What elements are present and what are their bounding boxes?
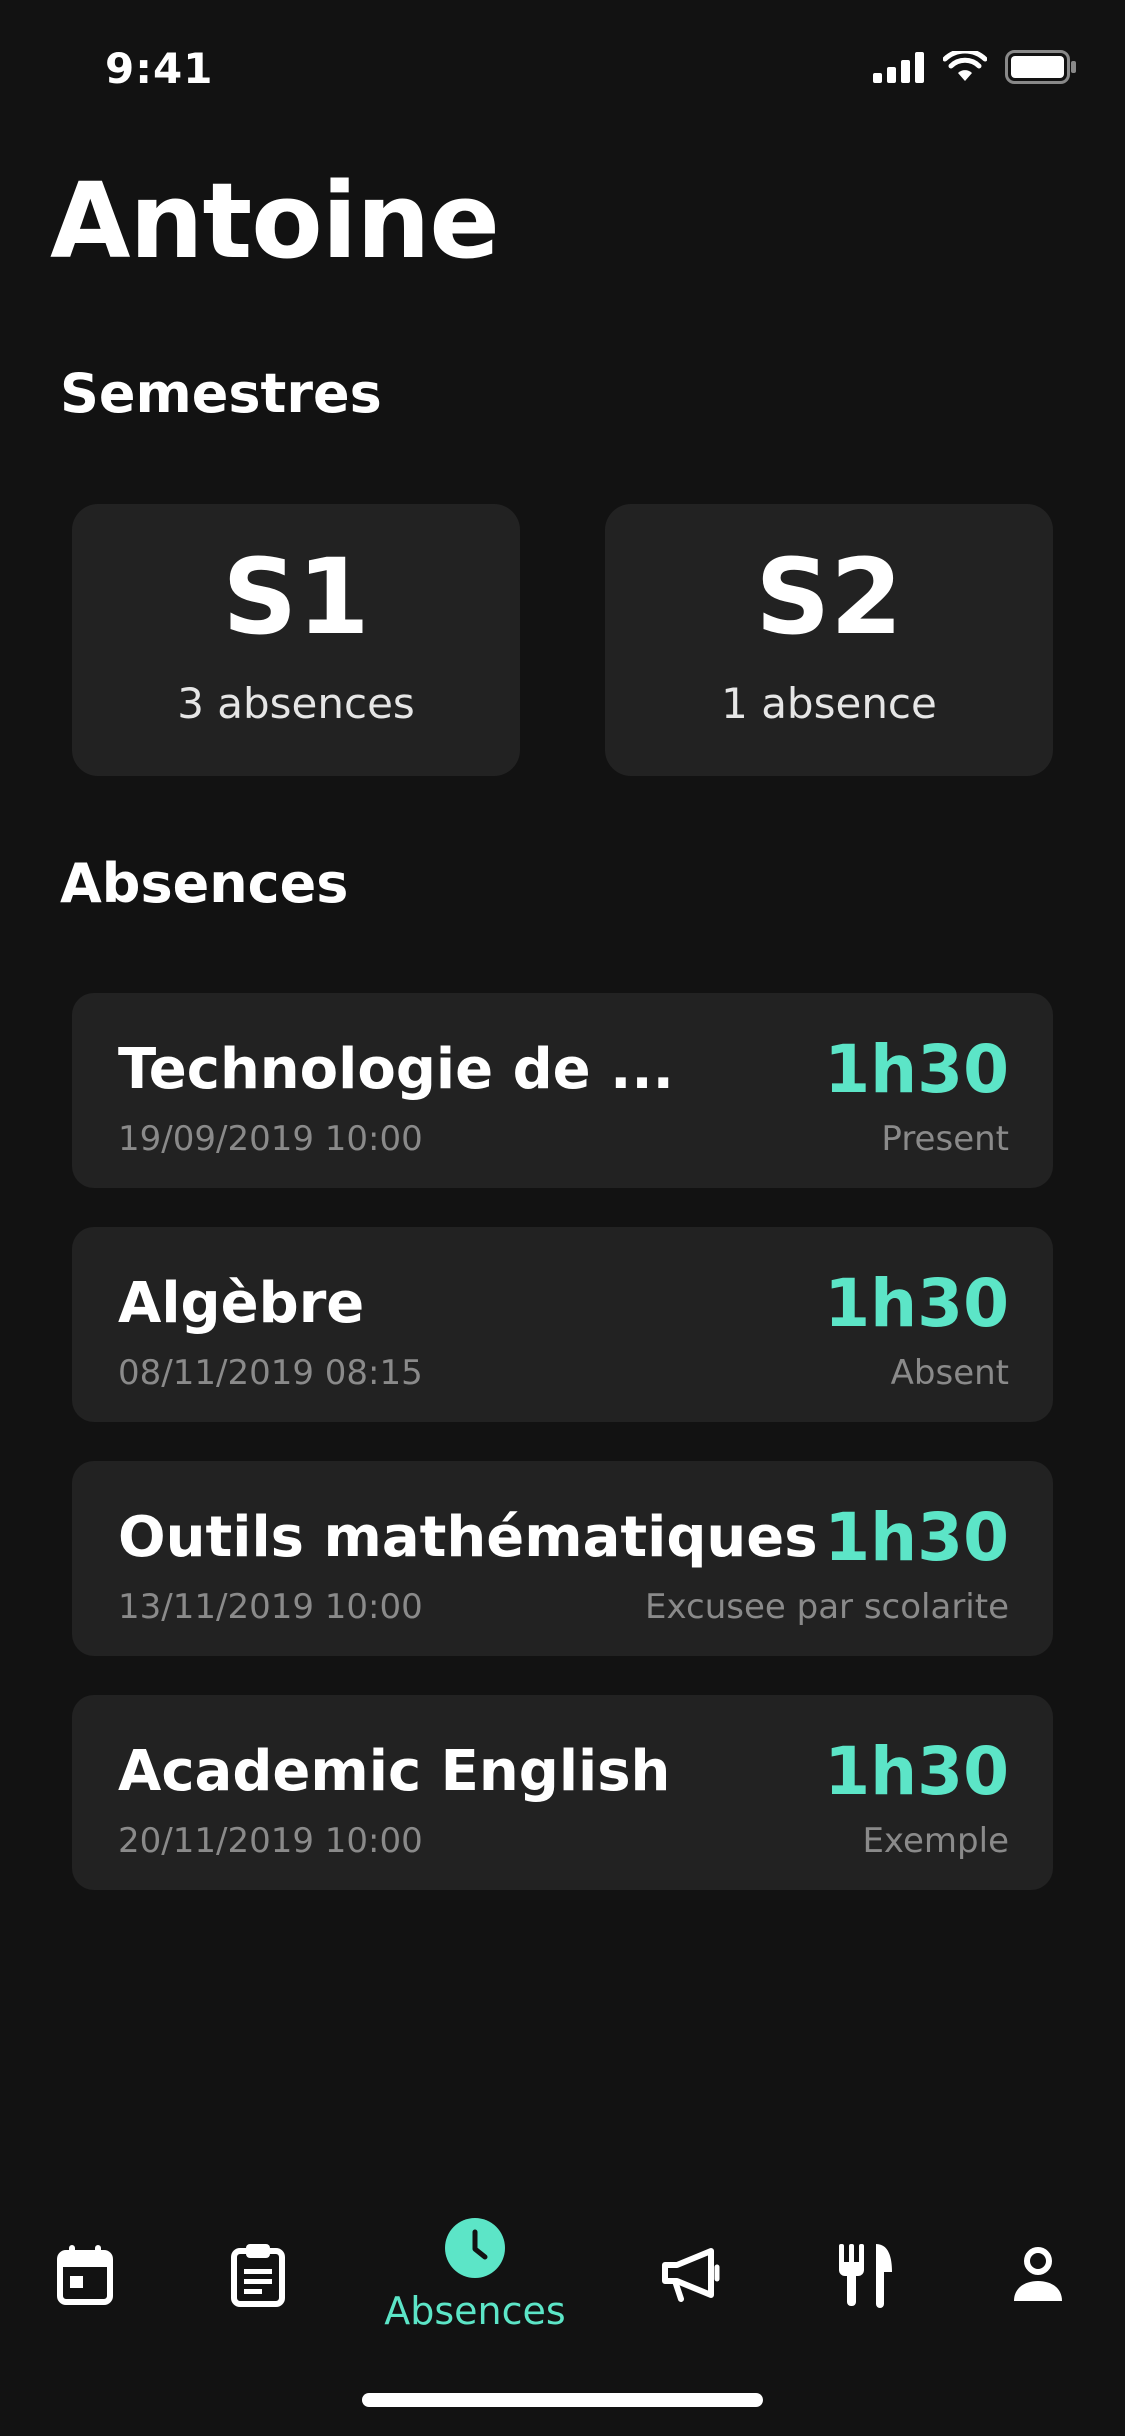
absence-item[interactable]: Algèbre 08/11/2019 08:15 1h30 Absent bbox=[72, 1227, 1053, 1422]
absence-status: Excusee par scolarite bbox=[645, 1587, 1009, 1627]
megaphone-icon bbox=[661, 2247, 723, 2303]
semester-card-s2[interactable]: S2 1 absence bbox=[605, 504, 1053, 776]
absence-status: Present bbox=[881, 1119, 1009, 1159]
tab-calendar[interactable] bbox=[45, 2200, 125, 2350]
absences-section-title: Absences bbox=[60, 852, 349, 915]
absence-status: Exemple bbox=[862, 1821, 1009, 1861]
signal-icon bbox=[873, 51, 925, 83]
absence-date: 08/11/2019 08:15 bbox=[118, 1353, 423, 1393]
battery-icon bbox=[1005, 50, 1077, 84]
absence-duration: 1h30 bbox=[824, 1031, 1009, 1108]
status-time: 9:41 bbox=[105, 44, 214, 93]
tab-absences-label: Absences bbox=[384, 2289, 566, 2333]
absence-date: 19/09/2019 10:00 bbox=[118, 1119, 423, 1159]
person-icon bbox=[1010, 2245, 1066, 2305]
fork-knife-icon bbox=[836, 2242, 896, 2308]
tab-profile[interactable] bbox=[998, 2200, 1078, 2350]
absence-subject: Algèbre bbox=[118, 1271, 365, 1336]
absence-duration: 1h30 bbox=[824, 1733, 1009, 1810]
semester-absence-count: 3 absences bbox=[177, 678, 415, 728]
semester-absence-count: 1 absence bbox=[721, 678, 937, 728]
semester-name: S2 bbox=[755, 535, 903, 658]
clipboard-icon bbox=[230, 2243, 286, 2307]
semester-name: S1 bbox=[222, 535, 370, 658]
screen: 9:41 Antoine Semestres S1 3 absences S2 … bbox=[0, 0, 1125, 2436]
absence-status: Absent bbox=[890, 1353, 1009, 1393]
clock-icon bbox=[444, 2217, 506, 2279]
home-indicator[interactable] bbox=[362, 2393, 763, 2407]
page-title: Antoine bbox=[50, 160, 500, 282]
absence-duration: 1h30 bbox=[824, 1265, 1009, 1342]
status-icons bbox=[873, 50, 1077, 84]
absence-date: 13/11/2019 10:00 bbox=[118, 1587, 423, 1627]
absence-item[interactable]: Academic English 20/11/2019 10:00 1h30 E… bbox=[72, 1695, 1053, 1890]
tab-announcements[interactable] bbox=[652, 2200, 732, 2350]
semesters-section-title: Semestres bbox=[60, 362, 382, 425]
absence-subject: Technologie de ... bbox=[118, 1037, 674, 1102]
tab-bar: Absences bbox=[0, 2200, 1125, 2350]
absence-item[interactable]: Outils mathématiques 13/11/2019 10:00 1h… bbox=[72, 1461, 1053, 1656]
semester-card-s1[interactable]: S1 3 absences bbox=[72, 504, 520, 776]
absence-item[interactable]: Technologie de ... 19/09/2019 10:00 1h30… bbox=[72, 993, 1053, 1188]
tab-restaurant[interactable] bbox=[826, 2200, 906, 2350]
tab-grades[interactable] bbox=[218, 2200, 298, 2350]
calendar-icon bbox=[56, 2244, 114, 2306]
absence-duration: 1h30 bbox=[824, 1499, 1009, 1576]
wifi-icon bbox=[943, 51, 987, 83]
absence-date: 20/11/2019 10:00 bbox=[118, 1821, 423, 1861]
absence-subject: Outils mathématiques bbox=[118, 1505, 818, 1570]
absence-subject: Academic English bbox=[118, 1739, 671, 1804]
status-bar: 9:41 bbox=[0, 0, 1125, 135]
tab-absences[interactable]: Absences bbox=[375, 2200, 575, 2350]
